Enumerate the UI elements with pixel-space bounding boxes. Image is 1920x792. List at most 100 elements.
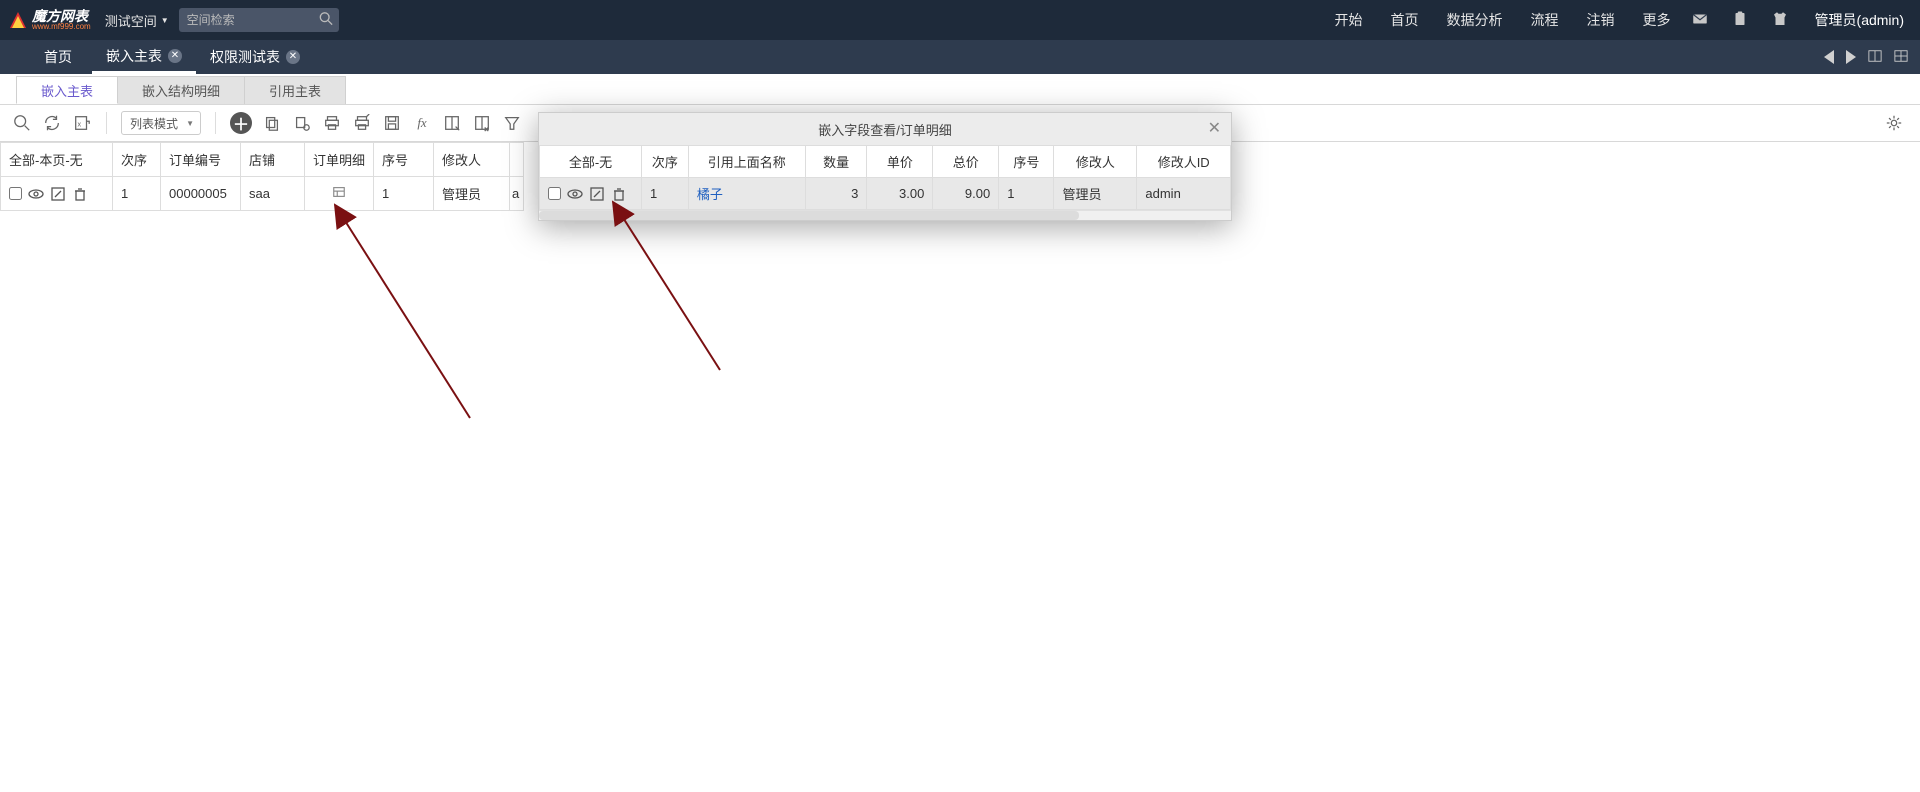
workspace-dropdown[interactable]: 测试空间 ▼ bbox=[105, 11, 169, 30]
col-select-all[interactable]: 全部-本页-无 bbox=[1, 143, 113, 177]
doc-tab-home[interactable]: 首页 bbox=[24, 40, 92, 74]
popup-title: 嵌入字段查看/订单明细 bbox=[818, 120, 952, 139]
clipboard-icon[interactable] bbox=[1731, 10, 1749, 31]
pcell-qty: 3 bbox=[805, 178, 867, 210]
scrollbar-thumb[interactable] bbox=[539, 211, 1079, 220]
col-order-no[interactable]: 订单编号 bbox=[161, 143, 241, 177]
search-icon[interactable] bbox=[12, 113, 32, 133]
col-order-detail[interactable]: 订单明细 bbox=[305, 143, 374, 177]
table-row[interactable]: 1 00000005 saa 1 管理员 a bbox=[1, 177, 524, 211]
popup-row-actions bbox=[540, 178, 642, 210]
open-detail-icon[interactable] bbox=[332, 187, 346, 202]
doc-tab-label: 权限测试表 bbox=[210, 47, 280, 67]
shirt-icon[interactable] bbox=[1771, 10, 1789, 31]
topmenu-more[interactable]: 更多 bbox=[1643, 10, 1671, 30]
top-navbar: 魔方网表 www.mf999.com 测试空间 ▼ 开始 首页 数据分析 流程 … bbox=[0, 0, 1920, 40]
sub-tab-embed-main[interactable]: 嵌入主表 bbox=[16, 76, 118, 104]
mail-icon[interactable] bbox=[1691, 10, 1709, 31]
col-modifier-id-trunc[interactable] bbox=[510, 143, 524, 177]
doc-tab-home-label: 首页 bbox=[44, 47, 72, 67]
app-logo-icon bbox=[10, 12, 26, 28]
tab-prev-icon[interactable] bbox=[1824, 50, 1834, 64]
sub-tab-bar: 嵌入主表 嵌入结构明细 引用主表 bbox=[0, 74, 1920, 104]
pcol-modifier[interactable]: 修改人 bbox=[1054, 146, 1137, 178]
doc-tab-embed-main[interactable]: 嵌入主表 ✕ bbox=[92, 40, 196, 74]
sub-tab-embed-struct[interactable]: 嵌入结构明细 bbox=[118, 76, 245, 104]
topmenu-home[interactable]: 首页 bbox=[1391, 10, 1419, 30]
copy-icon[interactable] bbox=[262, 113, 282, 133]
cell-modifier: 管理员 bbox=[434, 177, 510, 211]
settings-gear-icon[interactable] bbox=[1884, 113, 1904, 133]
edit-icon[interactable] bbox=[50, 186, 66, 202]
pcol-price[interactable]: 单价 bbox=[867, 146, 933, 178]
popup-header-row: 全部-无 次序 引用上面名称 数量 单价 总价 序号 修改人 修改人ID bbox=[540, 146, 1231, 178]
popup-titlebar[interactable]: 嵌入字段查看/订单明细 ✕ bbox=[539, 113, 1231, 145]
row-select-checkbox[interactable] bbox=[9, 187, 22, 200]
topmenu-logout[interactable]: 注销 bbox=[1587, 10, 1615, 30]
pcol-select[interactable]: 全部-无 bbox=[540, 146, 642, 178]
main-table-header-row: 全部-本页-无 次序 订单编号 店铺 订单明细 序号 修改人 bbox=[1, 143, 524, 177]
save-icon[interactable] bbox=[382, 113, 402, 133]
close-icon[interactable]: ✕ bbox=[168, 49, 182, 63]
brand-title: 魔方网表 bbox=[32, 9, 91, 23]
table-row[interactable]: 1 橘子 3 3.00 9.00 1 管理员 admin bbox=[540, 178, 1231, 210]
row-select-checkbox[interactable] bbox=[548, 187, 561, 200]
sub-tab-ref-main[interactable]: 引用主表 bbox=[245, 76, 346, 104]
top-icon-tray bbox=[1691, 10, 1789, 31]
top-menu: 开始 首页 数据分析 流程 注销 更多 bbox=[1335, 10, 1671, 30]
add-record-button[interactable]: ＋ bbox=[230, 112, 252, 134]
topmenu-start[interactable]: 开始 bbox=[1335, 10, 1363, 30]
close-icon[interactable]: ✕ bbox=[286, 50, 300, 64]
copy-special-icon[interactable] bbox=[292, 113, 312, 133]
pcol-modid[interactable]: 修改人ID bbox=[1137, 146, 1231, 178]
layout-grid-icon[interactable] bbox=[1894, 49, 1908, 66]
pcol-qty[interactable]: 数量 bbox=[805, 146, 867, 178]
tab-next-icon[interactable] bbox=[1846, 50, 1856, 64]
pcol-seq[interactable]: 次序 bbox=[642, 146, 689, 178]
search-icon[interactable] bbox=[319, 12, 333, 29]
cell-order-no: 00000005 bbox=[161, 177, 241, 211]
col-delete-icon[interactable] bbox=[472, 113, 492, 133]
topmenu-analytics[interactable]: 数据分析 bbox=[1447, 10, 1503, 30]
col-seq[interactable]: 次序 bbox=[113, 143, 161, 177]
view-icon[interactable] bbox=[28, 186, 44, 202]
brand-subtitle: www.mf999.com bbox=[32, 23, 91, 31]
fx-icon[interactable]: fx bbox=[412, 113, 432, 133]
popup-h-scrollbar[interactable] bbox=[539, 210, 1231, 220]
doc-tab-permission-test[interactable]: 权限测试表 ✕ bbox=[196, 40, 314, 74]
filter-icon[interactable] bbox=[502, 113, 522, 133]
pcol-refname[interactable]: 引用上面名称 bbox=[688, 146, 805, 178]
close-icon[interactable]: ✕ bbox=[1208, 121, 1221, 137]
print-icon[interactable] bbox=[322, 113, 342, 133]
current-user-label[interactable]: 管理员(admin) bbox=[1815, 10, 1904, 30]
search-box bbox=[179, 8, 339, 32]
delete-icon[interactable] bbox=[72, 186, 88, 202]
pcell-modid: admin bbox=[1137, 178, 1231, 210]
delete-icon[interactable] bbox=[611, 186, 627, 202]
cell-order-detail[interactable] bbox=[305, 177, 374, 211]
view-icon[interactable] bbox=[567, 186, 583, 202]
workspace-label: 测试空间 bbox=[105, 11, 157, 30]
edit-icon[interactable] bbox=[589, 186, 605, 202]
pcol-ord[interactable]: 序号 bbox=[999, 146, 1054, 178]
embed-field-popup: 嵌入字段查看/订单明细 ✕ 全部-无 次序 引用上面名称 数量 单价 总价 序号… bbox=[538, 112, 1232, 221]
col-ord-seq[interactable]: 序号 bbox=[374, 143, 434, 177]
layout-split-icon[interactable] bbox=[1868, 49, 1882, 66]
pcell-total: 9.00 bbox=[933, 178, 999, 210]
col-modifier[interactable]: 修改人 bbox=[434, 143, 510, 177]
brand: 魔方网表 www.mf999.com bbox=[32, 9, 91, 31]
main-data-table: 全部-本页-无 次序 订单编号 店铺 订单明细 序号 修改人 bbox=[0, 142, 524, 211]
ref-name-link[interactable]: 橘子 bbox=[697, 187, 723, 202]
print-alt-icon[interactable] bbox=[352, 113, 372, 133]
pcell-price: 3.00 bbox=[867, 178, 933, 210]
col-shop[interactable]: 店铺 bbox=[241, 143, 305, 177]
refresh-icon[interactable] bbox=[42, 113, 62, 133]
view-mode-select[interactable]: 列表模式 ▼ bbox=[121, 111, 201, 135]
topmenu-flow[interactable]: 流程 bbox=[1531, 10, 1559, 30]
cell-seq: 1 bbox=[113, 177, 161, 211]
col-insert-icon[interactable] bbox=[442, 113, 462, 133]
pcol-total[interactable]: 总价 bbox=[933, 146, 999, 178]
export-excel-icon[interactable]: x bbox=[72, 113, 92, 133]
doc-tab-label: 嵌入主表 bbox=[106, 46, 162, 66]
search-input[interactable] bbox=[179, 8, 339, 32]
